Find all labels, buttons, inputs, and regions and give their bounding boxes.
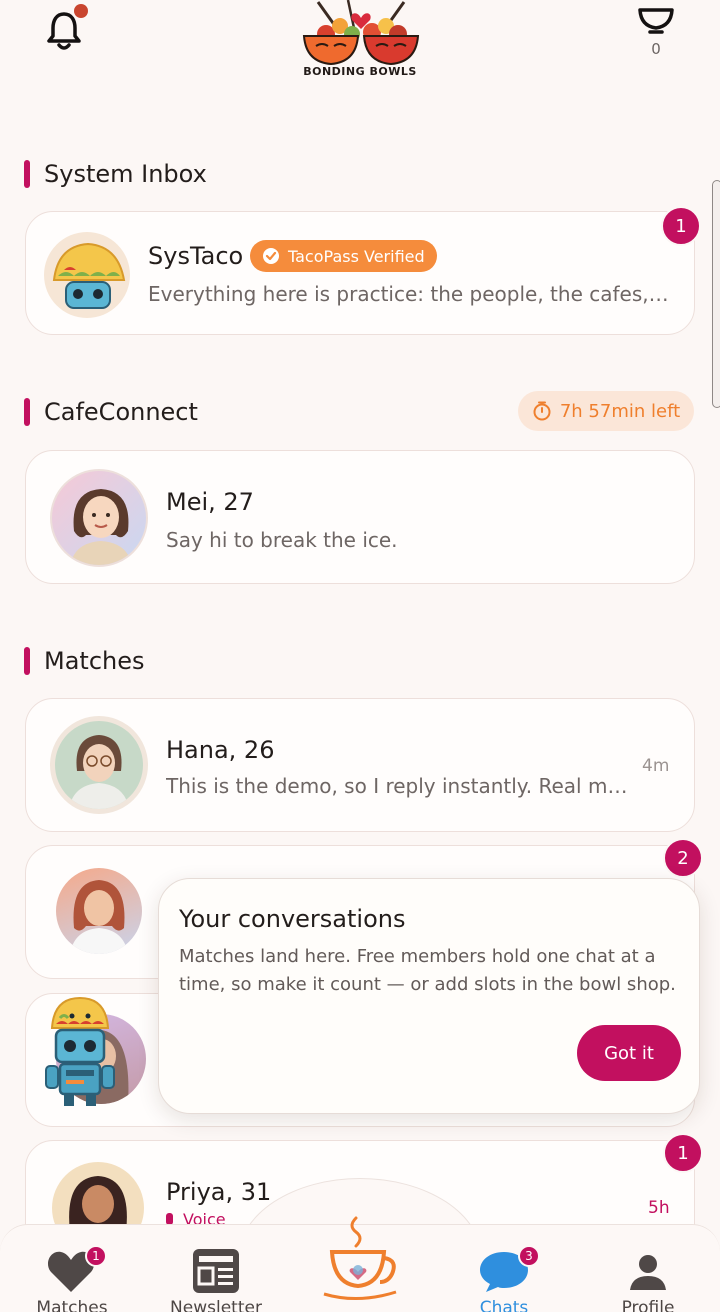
time-left-pill: 7h 57min left	[518, 391, 694, 431]
verified-label: TacoPass Verified	[288, 246, 425, 266]
message-preview: Everything here is practice: the people,…	[148, 282, 670, 306]
contact-name: Mei, 27	[166, 488, 254, 516]
newspaper-icon	[193, 1249, 239, 1293]
unread-count-badge: 1	[661, 206, 701, 246]
taco-robot-mascot	[42, 994, 118, 1110]
notification-dot	[74, 4, 88, 18]
contact-name: SysTaco	[148, 242, 244, 270]
message-time: 5h	[648, 1198, 670, 1218]
nav-chats-label: Chats	[479, 1298, 529, 1312]
systaco-avatar	[44, 232, 130, 318]
match-avatar	[56, 868, 142, 954]
unread-count-badge: 2	[663, 838, 703, 878]
got-it-button[interactable]: Got it	[577, 1025, 681, 1081]
nav-chats-badge: 3	[518, 1245, 540, 1267]
nav-matches-label: Matches	[36, 1298, 108, 1312]
onboarding-tooltip: Your conversations Matches land here. Fr…	[158, 878, 700, 1114]
section-title-cafeconnect: CafeConnect	[44, 398, 198, 426]
contact-name: Priya, 31	[166, 1178, 272, 1206]
nav-cafe-center-button[interactable]	[318, 1214, 408, 1304]
check-badge-icon	[263, 248, 279, 264]
message-preview: This is the demo, so I reply instantly. …	[166, 774, 632, 798]
timer-icon	[533, 401, 551, 421]
mei-avatar	[50, 469, 148, 567]
nav-matches-badge: 1	[85, 1245, 107, 1267]
hana-avatar	[50, 716, 148, 814]
section-marker	[24, 160, 30, 188]
unread-count-badge: 1	[663, 1133, 703, 1173]
tooltip-title: Your conversations	[179, 905, 406, 933]
coffee-cup-icon	[323, 1216, 397, 1301]
nav-profile-label: Profile	[621, 1298, 675, 1312]
logo-text: BONDING BOWLS	[303, 65, 417, 78]
nav-profile[interactable]	[628, 1252, 668, 1292]
section-title-system-inbox: System Inbox	[44, 160, 207, 188]
scrollbar-handle[interactable]	[712, 180, 720, 408]
message-preview: Say hi to break the ice.	[166, 528, 398, 552]
tacopass-verified-badge: TacoPass Verified	[250, 240, 437, 272]
section-title-matches: Matches	[44, 647, 145, 675]
section-marker	[24, 398, 30, 426]
bowl-count: 0	[651, 40, 661, 58]
contact-name: Hana, 26	[166, 736, 275, 764]
bowl-icon[interactable]	[636, 4, 676, 34]
nav-newsletter[interactable]	[192, 1248, 240, 1294]
tooltip-body: Matches land here. Free members hold one…	[179, 946, 676, 995]
timer-text: 7h 57min left	[559, 400, 681, 422]
nav-newsletter-label: Newsletter	[170, 1298, 262, 1312]
message-time: 4m	[642, 756, 670, 776]
section-marker	[24, 647, 30, 675]
person-icon	[630, 1255, 666, 1290]
